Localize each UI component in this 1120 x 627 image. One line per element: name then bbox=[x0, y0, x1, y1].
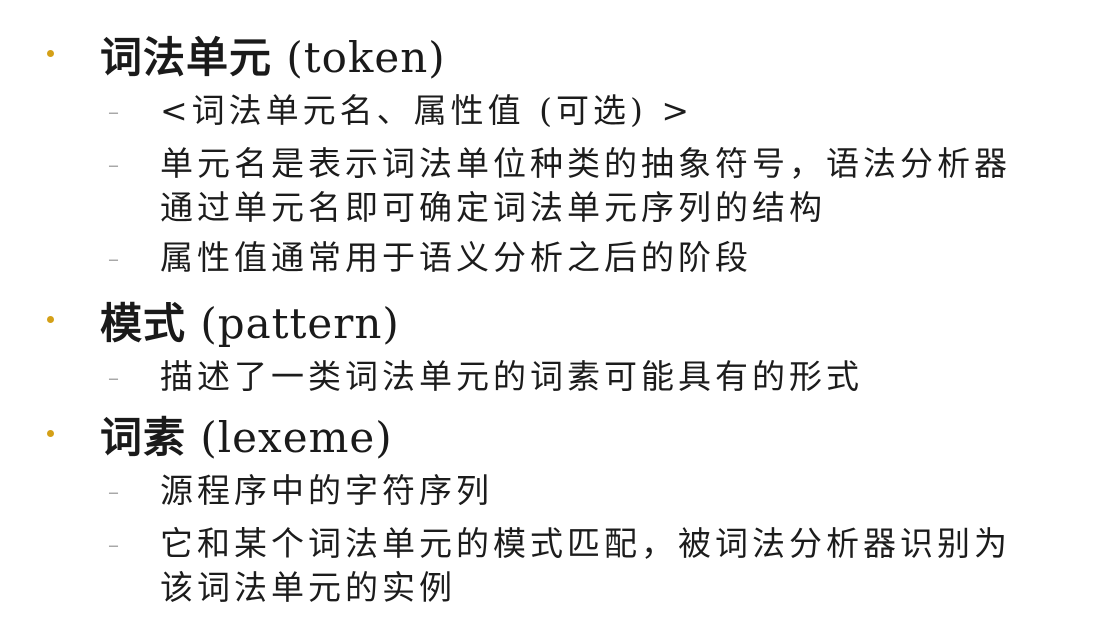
sub-item-text: 描述了一类词法单元的词素可能具有的形式 bbox=[160, 357, 863, 396]
sub-item-text: 源程序中的字符序列 bbox=[160, 471, 493, 510]
sub-dash-icon: – bbox=[108, 480, 119, 505]
sub-dash-icon: – bbox=[108, 533, 119, 558]
bullet-title-cn: 词素 bbox=[100, 413, 187, 462]
bullet-title-en: (token) bbox=[272, 33, 446, 82]
bullet-title: 模式 (pattern) bbox=[100, 290, 400, 351]
sub-item-text: 单元名是表示词法单位种类的抽象符号，语法分析器 bbox=[160, 144, 1011, 183]
sub-dash-icon: – bbox=[108, 366, 119, 391]
slide: 词法单元 (token) – <词法单元名、属性值 (可选) > – 单元名是表… bbox=[0, 0, 1120, 627]
sub-item-text: 属性值通常用于语义分析之后的阶段 bbox=[160, 238, 752, 277]
bullet-title-cn: 模式 bbox=[100, 299, 187, 348]
sub-dash-icon: – bbox=[108, 153, 119, 178]
bullet-dot-icon bbox=[47, 316, 54, 323]
bullet-title: 词法单元 (token) bbox=[100, 24, 446, 85]
bullet-title-en: (pattern) bbox=[186, 299, 400, 348]
sub-dash-icon: – bbox=[108, 100, 119, 125]
bullet-title: 词素 (lexeme) bbox=[100, 404, 393, 465]
sub-item-text: <词法单元名、属性值 (可选) > bbox=[160, 91, 694, 130]
sub-dash-icon: – bbox=[108, 247, 119, 272]
bullet-title-en: (lexeme) bbox=[186, 413, 393, 462]
sub-item-text: 该词法单元的实例 bbox=[160, 568, 456, 607]
bullet-dot-icon bbox=[47, 50, 54, 57]
sub-item-text: 通过单元名即可确定词法单元序列的结构 bbox=[160, 188, 826, 227]
sub-item-text: 它和某个词法单元的模式匹配，被词法分析器识别为 bbox=[160, 524, 1011, 563]
bullet-dot-icon bbox=[47, 430, 54, 437]
bullet-title-cn: 词法单元 bbox=[100, 33, 273, 82]
